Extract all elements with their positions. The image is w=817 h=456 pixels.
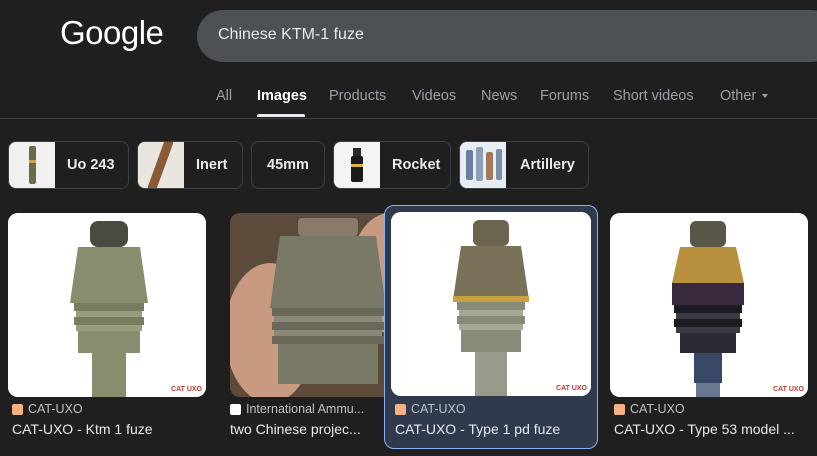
search-bar[interactable]: Chinese KTM-1 fuze: [197, 10, 817, 62]
cat-uxo-favicon-icon: [12, 403, 23, 415]
tabs-divider: [0, 118, 817, 119]
tab-short-videos[interactable]: Short videos: [613, 88, 694, 104]
result-title[interactable]: CAT-UXO - Type 1 pd fuze: [395, 421, 585, 437]
chip-inert[interactable]: Inert: [137, 141, 243, 189]
international-ammunition-favicon-icon: [230, 403, 241, 415]
image-result-3[interactable]: CAT UXO CAT-UXO CAT-UXO - Type 1 pd fuze: [384, 205, 598, 449]
image-result-1[interactable]: CAT UXO CAT-UXO CAT-UXO - Ktm 1 fuze: [0, 205, 214, 449]
chip-45mm[interactable]: 45mm: [251, 141, 325, 189]
chip-label: Rocket: [392, 157, 441, 173]
rod-thumbnail-icon: [138, 142, 184, 188]
tab-images[interactable]: Images: [257, 88, 307, 104]
active-tab-indicator: [257, 114, 305, 117]
watermark-logo: CAT UXO: [171, 386, 202, 393]
tab-products[interactable]: Products: [329, 88, 386, 104]
tab-all[interactable]: All: [216, 88, 232, 104]
source-label: CAT-UXO: [630, 402, 685, 416]
artillery-thumbnail-icon: [460, 142, 506, 188]
result-title[interactable]: CAT-UXO - Ktm 1 fuze: [12, 421, 202, 437]
tab-news[interactable]: News: [481, 88, 517, 104]
chip-label: Uo 243: [67, 157, 115, 173]
result-source[interactable]: CAT-UXO: [12, 402, 83, 416]
chip-uo-243[interactable]: Uo 243: [8, 141, 129, 189]
cat-uxo-favicon-icon: [395, 403, 406, 415]
tab-other[interactable]: Other: [720, 88, 769, 104]
shell-thumbnail-icon: [9, 142, 55, 188]
tab-videos[interactable]: Videos: [412, 88, 456, 104]
source-label: CAT-UXO: [411, 402, 466, 416]
tab-forums[interactable]: Forums: [540, 88, 589, 104]
caret-down-icon: [762, 94, 769, 99]
source-label: CAT-UXO: [28, 402, 83, 416]
chip-label: 45mm: [267, 157, 309, 173]
result-thumbnail[interactable]: CAT UXO: [610, 213, 808, 397]
result-source[interactable]: International Ammu...: [230, 402, 364, 416]
watermark-logo: CAT UXO: [556, 385, 587, 392]
result-thumbnail[interactable]: CAT UXO: [8, 213, 206, 397]
result-source[interactable]: CAT-UXO: [395, 402, 466, 416]
search-tabs: All Images Products Videos News Forums S…: [0, 88, 817, 118]
chip-label: Artillery: [520, 157, 575, 173]
google-logo[interactable]: Google: [60, 14, 164, 52]
chip-artillery[interactable]: Artillery: [459, 141, 589, 189]
tab-other-label: Other: [720, 88, 757, 104]
chip-label: Inert: [196, 157, 228, 173]
result-title[interactable]: CAT-UXO - Type 53 model ...: [614, 421, 810, 437]
result-source[interactable]: CAT-UXO: [614, 402, 685, 416]
chip-rocket[interactable]: Rocket: [333, 141, 451, 189]
cat-uxo-favicon-icon: [614, 403, 625, 415]
search-input[interactable]: Chinese KTM-1 fuze: [218, 26, 364, 44]
rocket-thumbnail-icon: [334, 142, 380, 188]
image-result-4[interactable]: CAT UXO CAT-UXO CAT-UXO - Type 53 model …: [602, 205, 816, 449]
result-thumbnail[interactable]: CAT UXO: [391, 212, 591, 396]
watermark-logo: CAT UXO: [773, 386, 804, 393]
source-label: International Ammu...: [246, 402, 365, 416]
